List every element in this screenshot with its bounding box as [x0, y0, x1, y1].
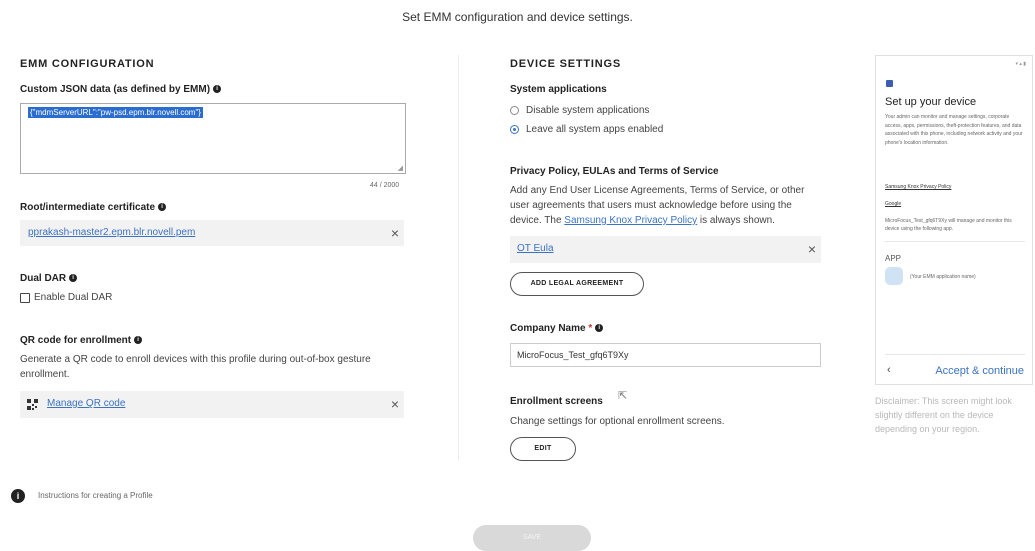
- profile-instructions-link[interactable]: Instructions for creating a Profile: [38, 491, 153, 500]
- enroll-screens-label: Enrollment screens: [510, 396, 603, 407]
- edit-button[interactable]: EDIT: [510, 437, 576, 461]
- phone-privacy-link: Samsung Knox Privacy Policy: [885, 184, 952, 190]
- phone-app-label: APP: [885, 254, 902, 263]
- info-icon[interactable]: i: [134, 336, 143, 345]
- qr-code-icon: [27, 399, 38, 410]
- close-icon[interactable]: ×: [808, 242, 816, 256]
- company-label: Company Name: [510, 323, 586, 334]
- qr-label: QR code for enrollment: [20, 335, 132, 346]
- info-icon[interactable]: i: [158, 203, 167, 212]
- mouse-cursor-icon: ⇱: [618, 390, 628, 402]
- company-label-row: Company Name * i: [510, 323, 604, 334]
- phone-title: Set up your device: [885, 96, 977, 108]
- privacy-description: Add any End User License Agreements, Ter…: [510, 183, 820, 228]
- enroll-screens-desc: Change settings for optional enrollment …: [510, 416, 725, 427]
- phone-description: Your admin can monitor and manage settin…: [885, 114, 1023, 146]
- phone-google-link: Google: [885, 201, 902, 207]
- phone-divider: [885, 241, 1025, 242]
- phone-accept-continue: Accept & continue: [935, 365, 1024, 377]
- device-preview: ▾ ▴ ▮ Set up your device Your admin can …: [875, 55, 1033, 385]
- help-info-icon[interactable]: i: [11, 489, 25, 503]
- column-divider: [458, 55, 459, 460]
- dual-dar-checkbox-label[interactable]: Enable Dual DAR: [34, 290, 112, 305]
- info-icon[interactable]: i: [595, 324, 604, 333]
- device-section-title: DEVICE SETTINGS: [510, 58, 622, 70]
- json-value[interactable]: {"mdmServerURL":"pw-psd.epm.blr.novell.c…: [28, 107, 203, 118]
- cert-file-row: pprakash-master2.epm.blr.novell.pem ×: [20, 220, 404, 246]
- dual-dar-label: Dual DAR: [20, 273, 67, 284]
- emm-section-title: EMM CONFIGURATION: [20, 58, 155, 70]
- qr-row: Manage QR code ×: [20, 391, 404, 418]
- manage-qr-link[interactable]: Manage QR code: [47, 398, 125, 409]
- company-name-input[interactable]: MicroFocus_Test_gfq6T9Xy: [510, 343, 821, 367]
- privacy-label: Privacy Policy, EULAs and Terms of Servi…: [510, 166, 719, 177]
- cert-label-row: Root/intermediate certificate i: [20, 202, 167, 213]
- phone-manage-text: MicroFocus_Test_gfq6T9Xy will manage and…: [885, 218, 1012, 232]
- page-title: Set EMM configuration and device setting…: [402, 10, 633, 24]
- dual-dar-checkbox[interactable]: [20, 293, 30, 303]
- json-label: Custom JSON data (as defined by EMM): [20, 84, 211, 95]
- radio-leave-sys-apps[interactable]: [510, 125, 519, 134]
- close-icon[interactable]: ×: [391, 226, 399, 240]
- json-char-counter: 44 / 2000: [370, 182, 400, 189]
- phone-status-bar: ▾ ▴ ▮: [1015, 61, 1026, 67]
- json-label-row: Custom JSON data (as defined by EMM) i: [20, 84, 222, 95]
- cert-label: Root/intermediate certificate: [20, 202, 156, 213]
- app-icon: [885, 267, 903, 285]
- radio-disable-sys-apps[interactable]: [510, 106, 519, 115]
- lock-icon: [886, 80, 893, 87]
- knox-privacy-link[interactable]: Samsung Knox Privacy Policy: [564, 215, 697, 226]
- info-icon[interactable]: i: [213, 85, 222, 94]
- add-legal-agreement-button[interactable]: ADD LEGAL AGREEMENT: [510, 272, 644, 296]
- preview-disclaimer: Disclaimer: This screen might look sligh…: [875, 396, 1012, 434]
- radio-leave-sys-apps-label[interactable]: Leave all system apps enabled: [526, 122, 663, 137]
- radio-disable-sys-apps-label[interactable]: Disable system applications: [526, 103, 649, 118]
- back-chevron-icon: ‹: [887, 364, 891, 376]
- resize-handle-icon[interactable]: ◢: [398, 164, 403, 172]
- info-icon[interactable]: i: [69, 274, 78, 283]
- eula-row: OT Eula ×: [510, 236, 821, 263]
- dual-dar-label-row: Dual DAR i: [20, 273, 78, 284]
- privacy-desc-post: is always shown.: [699, 215, 775, 226]
- qr-description: Generate a QR code to enroll devices wit…: [20, 354, 371, 380]
- sys-apps-label: System applications: [510, 84, 607, 95]
- phone-app-name: (Your EMM application name): [910, 274, 976, 280]
- qr-label-row: QR code for enrollment i: [20, 335, 143, 346]
- json-textarea[interactable]: {"mdmServerURL":"pw-psd.epm.blr.novell.c…: [20, 103, 406, 174]
- required-marker: *: [588, 323, 593, 334]
- eula-link[interactable]: OT Eula: [517, 243, 554, 254]
- close-icon[interactable]: ×: [391, 397, 399, 411]
- save-button[interactable]: SAVE: [473, 525, 591, 551]
- phone-divider: [885, 354, 1025, 355]
- cert-file-link[interactable]: pprakash-master2.epm.blr.novell.pem: [28, 227, 195, 238]
